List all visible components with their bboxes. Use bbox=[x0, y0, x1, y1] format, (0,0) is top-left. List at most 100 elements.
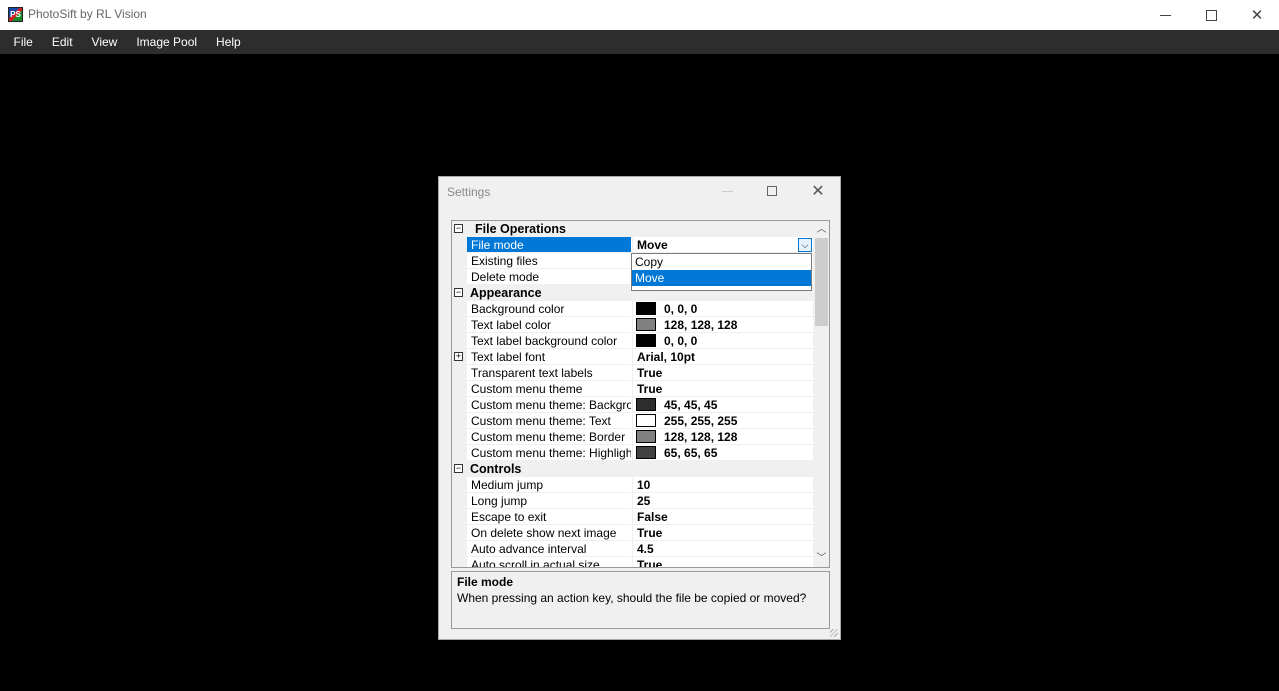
property-name: Escape to exit bbox=[467, 509, 631, 525]
help-description: When pressing an action key, should the … bbox=[457, 591, 807, 605]
property-name: Delete mode bbox=[467, 269, 631, 285]
menu-image-pool[interactable]: Image Pool bbox=[127, 30, 207, 54]
property-value[interactable]: True bbox=[632, 557, 813, 567]
property-name: Custom menu theme: Text bbox=[467, 413, 631, 429]
color-swatch bbox=[636, 414, 656, 427]
property-row[interactable]: Long jump 25 bbox=[452, 493, 813, 509]
property-name: File mode bbox=[467, 237, 631, 253]
dialog-minimize-button[interactable] bbox=[704, 177, 750, 205]
file-mode-dropdown-list: Copy Move bbox=[631, 253, 812, 291]
collapse-icon[interactable]: − bbox=[454, 464, 463, 473]
scrollbar-thumb[interactable] bbox=[815, 238, 828, 326]
chevron-down-icon: ⌵ bbox=[801, 240, 809, 250]
vertical-scrollbar[interactable]: ︿ ﹀ bbox=[813, 221, 829, 567]
collapse-icon[interactable]: − bbox=[454, 288, 463, 297]
collapse-icon[interactable]: − bbox=[454, 224, 463, 233]
menu-help[interactable]: Help bbox=[207, 30, 251, 54]
property-value[interactable]: 10 bbox=[632, 477, 813, 493]
help-title: File mode bbox=[457, 575, 514, 589]
property-name: Long jump bbox=[467, 493, 631, 509]
property-row[interactable]: On delete show next image True bbox=[452, 525, 813, 541]
color-swatch bbox=[636, 334, 656, 347]
property-value[interactable]: 0, 0, 0 bbox=[632, 301, 813, 317]
property-value[interactable]: True bbox=[632, 525, 813, 541]
property-value[interactable]: 45, 45, 45 bbox=[632, 397, 813, 413]
property-value[interactable]: Move ⌵ bbox=[632, 237, 813, 253]
help-panel: File mode When pressing an action key, s… bbox=[451, 571, 830, 629]
property-row[interactable]: Text label color 128, 128, 128 bbox=[452, 317, 813, 333]
property-value[interactable]: 128, 128, 128 bbox=[632, 317, 813, 333]
menu-view[interactable]: View bbox=[82, 30, 127, 54]
property-row[interactable]: Custom menu theme True bbox=[452, 381, 813, 397]
property-row[interactable]: Text label background color 0, 0, 0 bbox=[452, 333, 813, 349]
property-name: Text label background color bbox=[467, 333, 631, 349]
property-row[interactable]: Escape to exit False bbox=[452, 509, 813, 525]
property-value[interactable]: 128, 128, 128 bbox=[632, 429, 813, 445]
property-name: Custom menu theme bbox=[467, 381, 631, 397]
expand-icon[interactable]: + bbox=[454, 352, 463, 361]
property-name: Auto scroll in actual size bbox=[467, 557, 631, 567]
property-value[interactable]: True bbox=[632, 365, 813, 381]
property-value[interactable]: False bbox=[632, 509, 813, 525]
property-row[interactable]: Auto advance interval 4.5 bbox=[452, 541, 813, 557]
resize-grip-icon[interactable] bbox=[830, 629, 838, 637]
property-row[interactable]: Custom menu theme: Border 128, 128, 128 bbox=[452, 429, 813, 445]
dialog-title: Settings bbox=[447, 185, 491, 199]
property-row[interactable]: Background color 0, 0, 0 bbox=[452, 301, 813, 317]
dropdown-button[interactable]: ⌵ bbox=[798, 238, 812, 252]
color-swatch bbox=[636, 430, 656, 443]
property-row[interactable]: Transparent text labels True bbox=[452, 365, 813, 381]
property-name: Custom menu theme: Highlight bbox=[467, 445, 631, 461]
dropdown-option-copy[interactable]: Copy bbox=[632, 254, 811, 270]
category-controls[interactable]: − Controls bbox=[452, 461, 813, 477]
property-name: Auto advance interval bbox=[467, 541, 631, 557]
scroll-up-icon[interactable]: ︿ bbox=[813, 221, 829, 238]
property-value[interactable]: 4.5 bbox=[632, 541, 813, 557]
property-row[interactable]: Custom menu theme: Highlight 65, 65, 65 bbox=[452, 445, 813, 461]
maximize-icon bbox=[1205, 9, 1217, 21]
property-grid: − File Operations File mode Move ⌵ Existi… bbox=[451, 220, 830, 568]
property-value[interactable]: 0, 0, 0 bbox=[632, 333, 813, 349]
color-swatch bbox=[636, 446, 656, 459]
property-row[interactable]: + Text label font Arial, 10pt bbox=[452, 349, 813, 365]
property-value[interactable]: 255, 255, 255 bbox=[632, 413, 813, 429]
minimize-icon bbox=[721, 190, 733, 192]
property-name: Background color bbox=[467, 301, 631, 317]
close-icon: ✕ bbox=[1250, 7, 1264, 24]
menu-bar: File Edit View Image Pool Help bbox=[0, 30, 1279, 54]
property-name: Custom menu theme: Background bbox=[467, 397, 631, 413]
main-title-bar: PS PhotoSift by RL Vision ✕ bbox=[0, 0, 1279, 30]
property-value[interactable]: 25 bbox=[632, 493, 813, 509]
color-swatch bbox=[636, 398, 656, 411]
property-row[interactable]: Medium jump 10 bbox=[452, 477, 813, 493]
photosift-app-icon: PS bbox=[8, 7, 23, 22]
dialog-close-button[interactable]: ✕ bbox=[795, 177, 841, 205]
property-name: Custom menu theme: Border bbox=[467, 429, 631, 445]
property-value[interactable]: True bbox=[632, 381, 813, 397]
property-name: Text label font bbox=[467, 349, 631, 365]
close-button[interactable]: ✕ bbox=[1234, 0, 1279, 30]
color-swatch bbox=[636, 302, 656, 315]
category-file-operations[interactable]: − File Operations bbox=[452, 221, 813, 237]
property-row[interactable]: Auto scroll in actual size True bbox=[452, 557, 813, 567]
maximize-icon bbox=[767, 186, 777, 196]
dropdown-option-move[interactable]: Move bbox=[632, 270, 811, 286]
property-name: Text label color bbox=[467, 317, 631, 333]
minimize-button[interactable] bbox=[1142, 0, 1188, 30]
property-row[interactable]: File mode Move ⌵ bbox=[452, 237, 813, 253]
settings-dialog: Settings ✕ − File Operations File mode M… bbox=[438, 176, 841, 640]
app-title: PhotoSift by RL Vision bbox=[28, 7, 147, 21]
property-value[interactable]: 65, 65, 65 bbox=[632, 445, 813, 461]
property-row[interactable]: Custom menu theme: Background 45, 45, 45 bbox=[452, 397, 813, 413]
dialog-maximize-button[interactable] bbox=[749, 177, 795, 205]
menu-file[interactable]: File bbox=[4, 30, 42, 54]
property-name: Existing files bbox=[467, 253, 631, 269]
property-value[interactable]: Arial, 10pt bbox=[632, 349, 813, 365]
scroll-down-icon[interactable]: ﹀ bbox=[813, 550, 829, 567]
menu-edit[interactable]: Edit bbox=[42, 30, 82, 54]
property-name: Transparent text labels bbox=[467, 365, 631, 381]
color-swatch bbox=[636, 318, 656, 331]
property-name: On delete show next image bbox=[467, 525, 631, 541]
maximize-button[interactable] bbox=[1188, 0, 1234, 30]
property-row[interactable]: Custom menu theme: Text 255, 255, 255 bbox=[452, 413, 813, 429]
